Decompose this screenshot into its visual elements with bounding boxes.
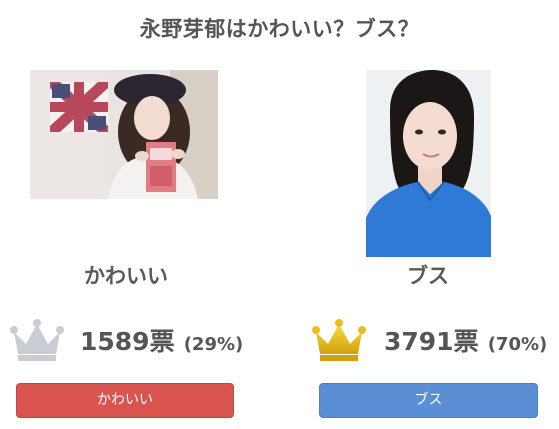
option-label-busu: ブス — [407, 264, 449, 288]
vote-count: 1589票 — [80, 327, 175, 356]
option-photo-kawaii — [30, 70, 218, 199]
page-title: 永野芽郁はかわいい？ブス？ — [139, 17, 420, 41]
gold-crown-icon — [312, 318, 366, 362]
vote-count: 3791票 — [384, 327, 479, 356]
result-kawaii: 1589票 (29%) — [80, 322, 243, 358]
vote-percent: (70%) — [487, 334, 548, 355]
silver-crown-icon — [10, 318, 64, 362]
option-photo-busu — [366, 70, 491, 257]
vote-kawaii-button[interactable]: かわいい — [16, 383, 234, 418]
vote-percent: (29%) — [183, 334, 244, 355]
result-busu: 3791票 (70%) — [384, 322, 547, 358]
option-label-kawaii: かわいい — [84, 264, 168, 288]
vote-busu-button[interactable]: ブス — [319, 383, 538, 418]
